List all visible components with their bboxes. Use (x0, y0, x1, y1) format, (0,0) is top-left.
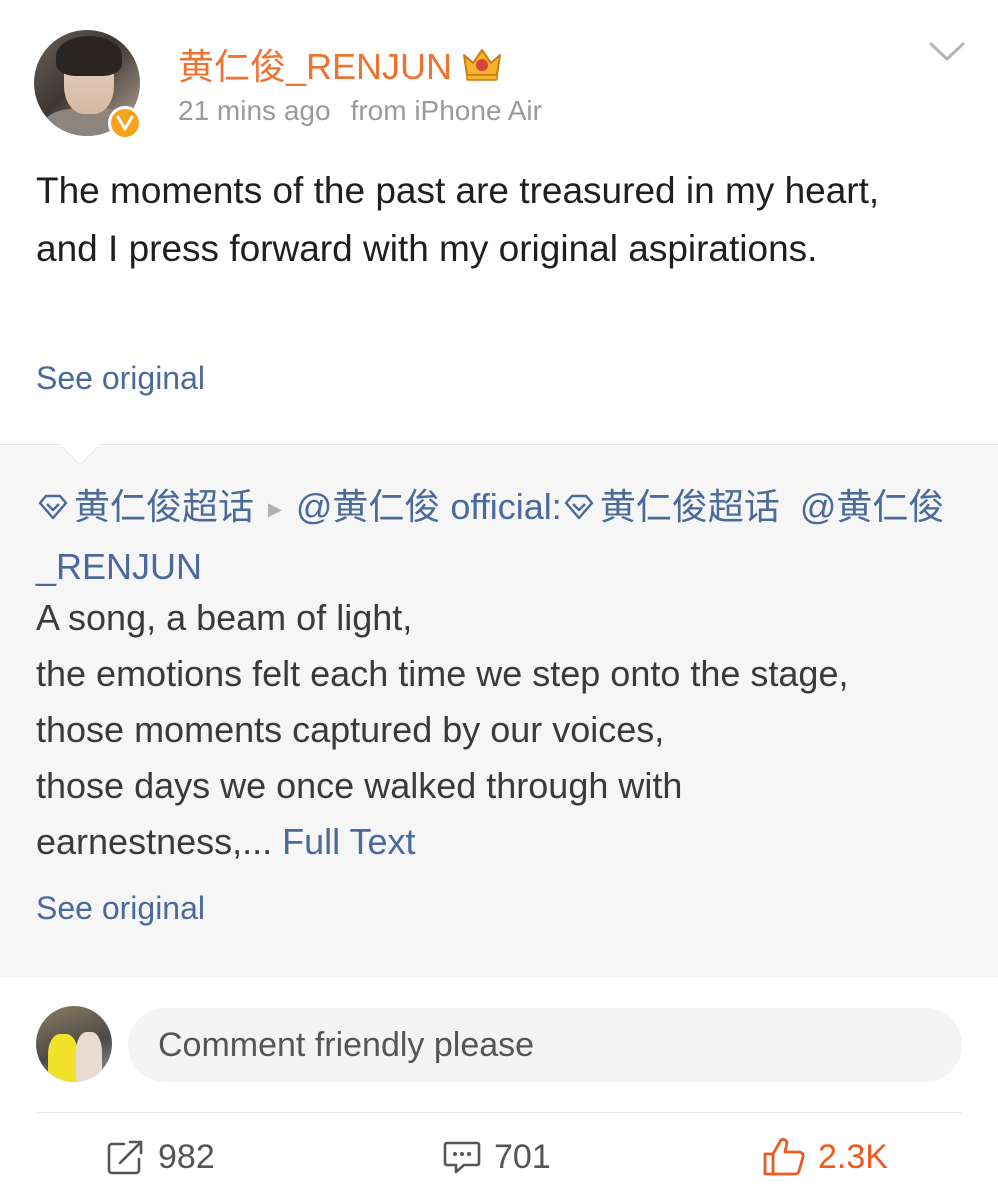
full-text-link[interactable]: Full Text (282, 821, 415, 862)
supertopic-link[interactable]: 黄仁俊超话 (74, 486, 254, 527)
verified-badge-icon (108, 106, 142, 140)
avatar-hair-shape (56, 36, 122, 76)
triangle-right-icon: ▶ (268, 499, 282, 520)
current-user-avatar[interactable] (36, 1006, 112, 1082)
thumbs-up-icon (763, 1138, 805, 1176)
repost-notch (60, 444, 100, 464)
repost-line: A song, a beam of light, (36, 597, 413, 638)
repost-count: 982 (158, 1137, 215, 1176)
post-source: from iPhone Air (350, 95, 542, 126)
see-original-link[interactable]: See original (36, 360, 205, 397)
comment-button[interactable]: 701 (442, 1134, 551, 1180)
supertopic-diamond-icon (36, 480, 70, 538)
repost-text: A song, a beam of light, the emotions fe… (36, 590, 966, 870)
avatar-figure-shape (76, 1032, 102, 1082)
username-row: 黄仁俊_RENJUN (178, 38, 504, 90)
weibo-post: 黄仁俊_RENJUN 21 mins ago from iPhone Air T… (0, 0, 998, 1200)
comment-placeholder: Comment friendly please (158, 1025, 535, 1064)
repost-line: those moments captured by our voices, (36, 709, 665, 750)
post-meta: 21 mins ago from iPhone Air (178, 95, 542, 127)
supertopic-link[interactable]: 黄仁俊超话 (600, 486, 780, 527)
see-original-link[interactable]: See original (36, 890, 205, 927)
avatar-figure-shape (48, 1034, 78, 1082)
repost-line-last: earnestness,... Full Text (36, 814, 966, 870)
comment-input[interactable]: Comment friendly please (128, 1008, 962, 1082)
username[interactable]: 黄仁俊_RENJUN (178, 38, 452, 90)
chevron-down-icon[interactable] (928, 40, 966, 64)
repost-line: the emotions felt each time we step onto… (36, 653, 849, 694)
repost-author-mention[interactable]: @黄仁俊 official: (296, 486, 562, 527)
divider (36, 1112, 962, 1113)
post-time: 21 mins ago (178, 95, 331, 126)
repost-line: those days we once walked through with (36, 765, 683, 806)
like-count: 2.3K (818, 1137, 888, 1176)
post-text: The moments of the past are treasured in… (36, 170, 880, 269)
comment-count: 701 (494, 1137, 551, 1176)
repost-button[interactable]: 982 (106, 1134, 215, 1180)
crown-icon (463, 49, 502, 81)
repost-line: earnestness,... (36, 821, 273, 862)
repost-icon (107, 1140, 143, 1175)
like-button[interactable]: 2.3K (762, 1134, 888, 1180)
comment-icon (443, 1141, 481, 1174)
supertopic-diamond-icon (562, 480, 596, 538)
repost-header: 黄仁俊超话 ▶ @黄仁俊 official: 黄仁俊超话 @黄仁俊_RENJUN (36, 478, 966, 596)
